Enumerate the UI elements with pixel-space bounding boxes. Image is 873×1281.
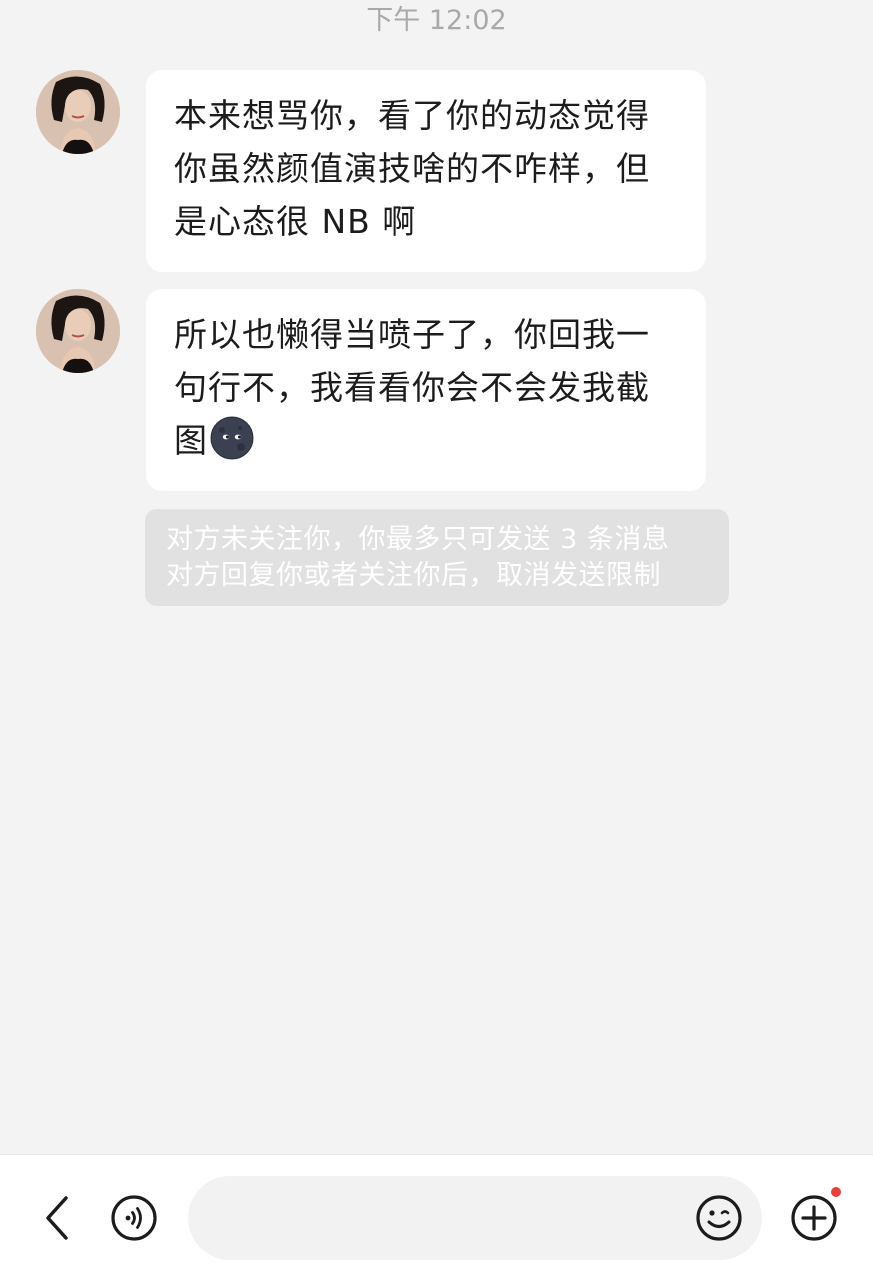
notice-line: 对方未关注你，你最多只可发送 3 条消息 bbox=[166, 524, 670, 555]
sender-avatar[interactable] bbox=[36, 70, 120, 154]
message-bubble[interactable]: 所以也懒得当喷子了，你回我一 句行不，我看看你会不会发我截 图 bbox=[146, 289, 706, 491]
chevron-left-icon[interactable] bbox=[38, 1193, 78, 1243]
notice-line: 对方回复你或者关注你后，取消发送限制 bbox=[166, 560, 661, 591]
smiley-icon[interactable] bbox=[694, 1193, 744, 1243]
message-input-bar bbox=[0, 1154, 873, 1281]
message-bubble[interactable]: 本来想骂你，看了你的动态觉得 你虽然颜值演技啥的不咋样，但 是心态很 NB 啊 bbox=[146, 70, 706, 272]
message-limit-notice: 对方未关注你，你最多只可发送 3 条消息 对方回复你或者关注你后，取消发送限制 bbox=[145, 509, 729, 606]
voice-icon[interactable] bbox=[109, 1193, 159, 1243]
message-line: 句行不，我看看你会不会发我截 bbox=[174, 368, 650, 407]
chat-timestamp: 下午 12:02 bbox=[366, 5, 507, 36]
message-line: 你虽然颜值演技啥的不咋样，但 bbox=[174, 149, 650, 188]
sender-avatar[interactable] bbox=[36, 289, 120, 373]
message-line: 本来想骂你，看了你的动态觉得 bbox=[174, 96, 650, 135]
message-text: 图 bbox=[174, 421, 208, 460]
notification-dot bbox=[831, 1187, 841, 1197]
new-moon-face-icon bbox=[210, 416, 254, 460]
message-text-input[interactable] bbox=[216, 1176, 690, 1262]
message-line: 图 bbox=[174, 414, 678, 467]
message-line: 所以也懒得当喷子了，你回我一 bbox=[174, 315, 650, 354]
message-line: 是心态很 NB 啊 bbox=[174, 202, 417, 241]
message-input[interactable] bbox=[188, 1176, 762, 1262]
plus-circle-icon[interactable] bbox=[789, 1193, 839, 1243]
